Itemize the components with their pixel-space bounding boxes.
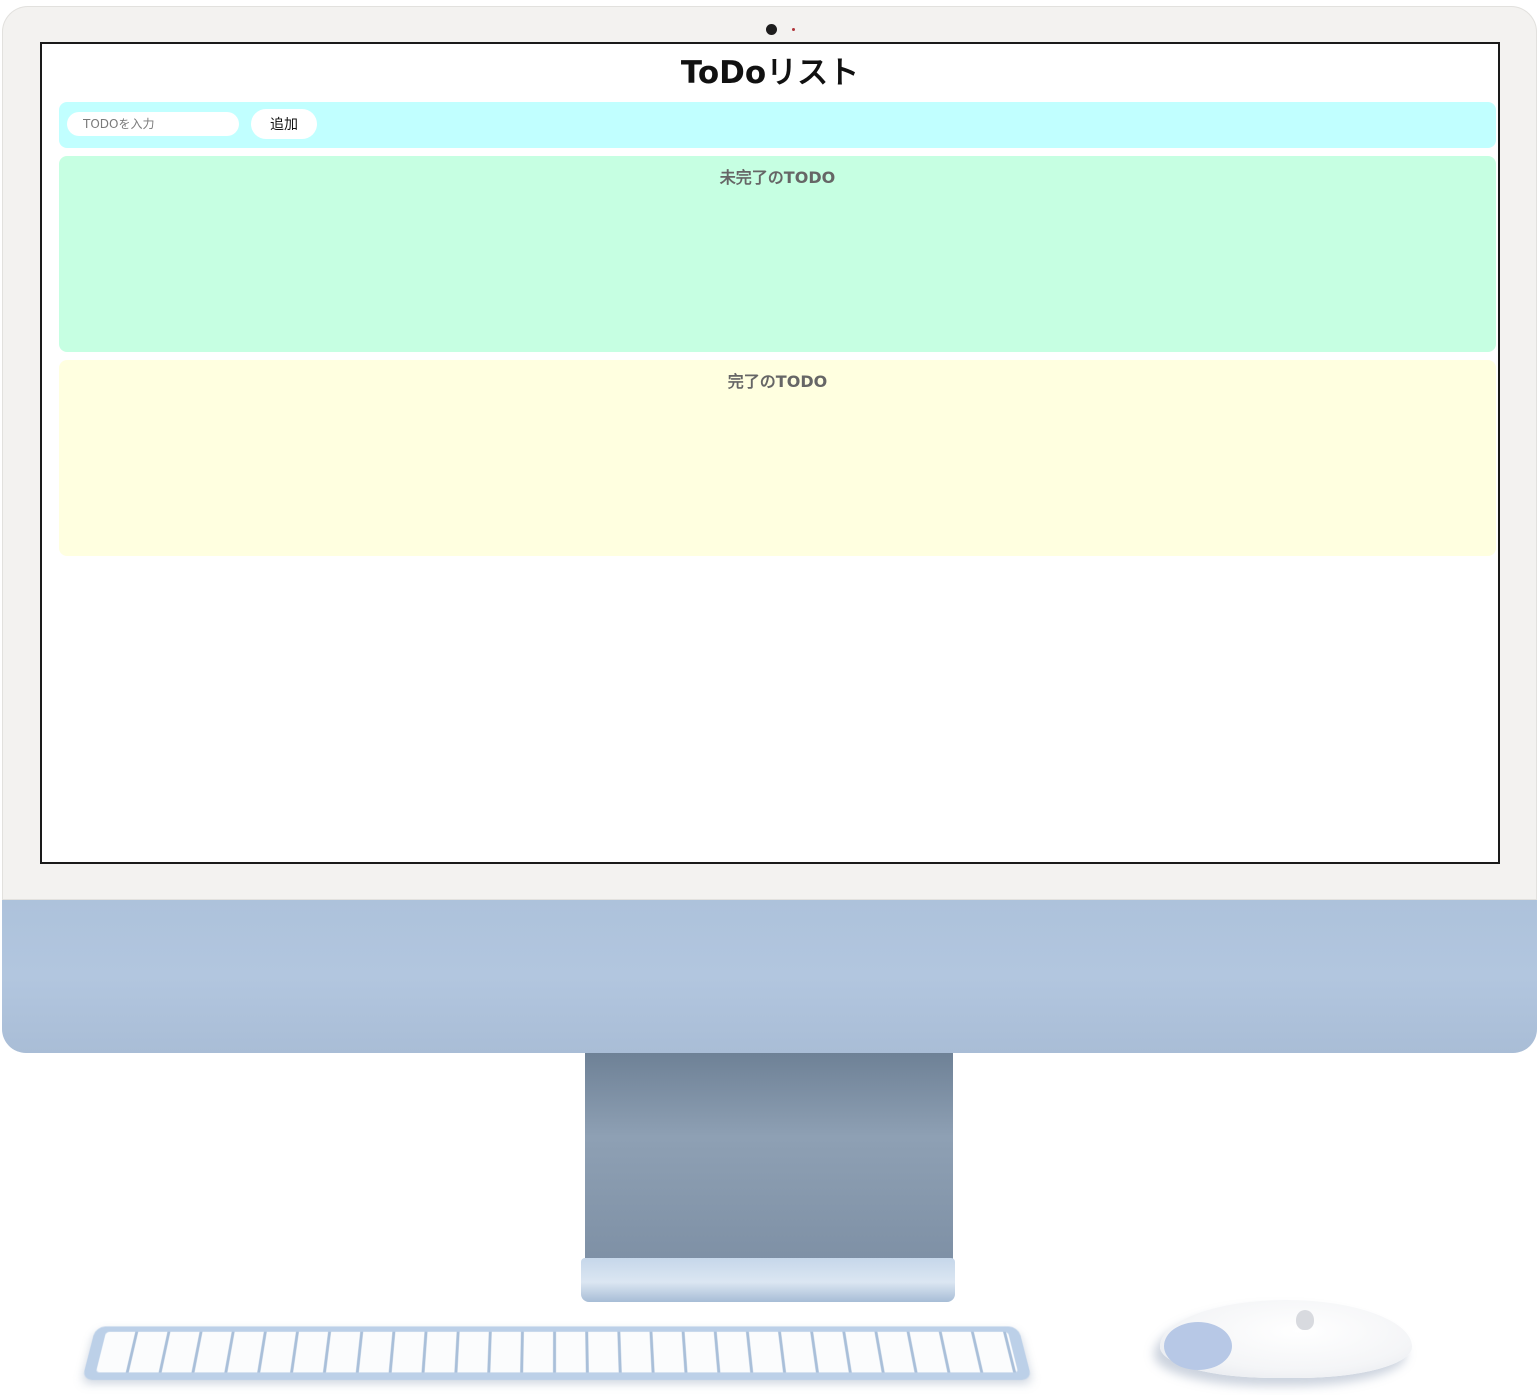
complete-todo-title: 完了のTODO [727,372,828,391]
mouse [1160,1300,1412,1378]
complete-todo-area: 完了のTODO [59,360,1496,556]
screen: ToDoリスト 追加 未完了のTODO 完了のTODO [40,42,1500,864]
add-button[interactable]: 追加 [251,109,317,139]
incomplete-todo-title: 未完了のTODO [719,168,836,187]
monitor-stand-base [581,1258,955,1302]
input-area: 追加 [59,102,1496,148]
apple-logo-icon [1296,1310,1314,1330]
incomplete-todo-area: 未完了のTODO [59,156,1496,352]
page-title: ToDoリスト [680,55,860,91]
camera-icon [766,24,777,35]
keyboard [82,1326,1032,1380]
desktop-scene: ToDoリスト 追加 未完了のTODO 完了のTODO [0,0,1539,1395]
monitor-stand [585,1053,953,1263]
camera-led-icon [792,28,795,31]
monitor-chin [2,900,1537,1053]
todo-input[interactable] [67,112,239,136]
keyboard-keys [95,1331,1019,1373]
mouse-side-accent [1164,1322,1232,1370]
